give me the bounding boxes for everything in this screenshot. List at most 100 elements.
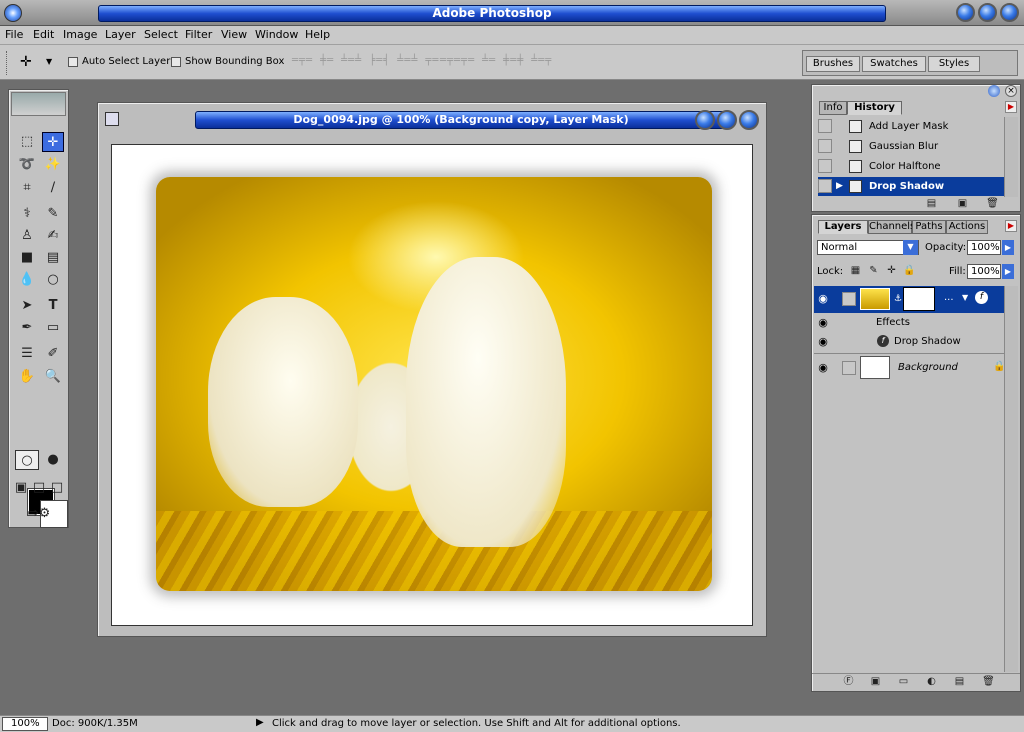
eye-icon[interactable]: ◉	[816, 292, 830, 306]
history-brush-icon[interactable]: ✍	[42, 226, 64, 246]
history-item[interactable]: Gaussian Blur	[818, 137, 1008, 156]
marquee-tool-icon[interactable]: ⬚	[16, 132, 38, 152]
well-tab-styles[interactable]: Styles	[928, 56, 980, 72]
dodge-tool-icon[interactable]: ○	[42, 270, 64, 290]
menu-help[interactable]: Help	[305, 28, 330, 41]
history-snapshot-box[interactable]	[818, 159, 832, 173]
magic-wand-icon[interactable]: ✨	[42, 155, 64, 175]
slice-tool-icon[interactable]: ∕	[42, 178, 64, 198]
crop-tool-icon[interactable]: ⌗	[16, 178, 38, 198]
blend-mode-select[interactable]: Normal ▼	[817, 240, 919, 255]
menu-edit[interactable]: Edit	[33, 28, 54, 41]
type-tool-icon[interactable]: T	[42, 296, 64, 316]
stamp-tool-icon[interactable]: ♙	[16, 226, 38, 246]
lock-transparency-icon[interactable]: ▦	[849, 265, 862, 278]
new-snapshot-icon[interactable]: ▣	[956, 198, 969, 211]
gradient-tool-icon[interactable]: ▤	[42, 248, 64, 268]
blur-tool-icon[interactable]: 💧	[16, 270, 38, 290]
opacity-input[interactable]: 100%	[967, 240, 1001, 255]
document-canvas[interactable]	[111, 144, 753, 626]
adjustment-layer-icon[interactable]: ◐	[925, 676, 938, 689]
screen-mode-full-icon[interactable]: □	[49, 478, 65, 498]
bounding-box-checkbox[interactable]	[171, 57, 181, 67]
menu-select[interactable]: Select	[144, 28, 178, 41]
maximize-button[interactable]	[978, 3, 997, 22]
standard-mode-icon[interactable]: ○	[15, 450, 39, 470]
history-scrollbar[interactable]	[1004, 117, 1018, 197]
eyedropper-icon[interactable]: ✐	[42, 344, 64, 364]
tab-channels[interactable]: Channels	[868, 220, 915, 234]
status-arrow-icon[interactable]: ▶	[256, 717, 264, 728]
history-item[interactable]: Color Halftone	[818, 157, 1008, 176]
layer-link-box[interactable]	[842, 361, 856, 375]
opacity-arrow-icon[interactable]: ▶	[1002, 240, 1014, 255]
history-snapshot-box[interactable]	[818, 119, 832, 133]
lasso-tool-icon[interactable]: ➰	[16, 155, 38, 175]
align-buttons[interactable]: ═╤═ ╪═ ╧═╧ ╞═╡ ╧═╧ ╤═	[292, 55, 439, 69]
well-tab-brushes[interactable]: Brushes	[806, 56, 860, 72]
lock-all-icon[interactable]: 🔒	[903, 265, 916, 278]
chevron-down-icon[interactable]: ▼	[903, 240, 918, 255]
screen-mode-standard-icon[interactable]: ▣	[13, 478, 29, 498]
doc-maximize-button[interactable]	[717, 110, 737, 130]
well-tab-swatches[interactable]: Swatches	[862, 56, 926, 72]
add-mask-icon[interactable]: ▣	[869, 676, 882, 689]
auto-select-checkbox[interactable]	[68, 57, 78, 67]
menu-file[interactable]: File	[5, 28, 23, 41]
new-document-from-state-icon[interactable]: ▤	[925, 198, 938, 211]
tab-actions[interactable]: Actions	[946, 220, 988, 234]
history-snapshot-box[interactable]	[818, 139, 832, 153]
expand-effects-icon[interactable]: ▼	[962, 293, 968, 302]
tab-history[interactable]: History	[847, 101, 902, 115]
add-layer-style-icon[interactable]: Ⓕ	[842, 676, 855, 689]
lock-position-icon[interactable]: ✛	[885, 265, 898, 278]
shape-tool-icon[interactable]: ▭	[42, 318, 64, 338]
notes-tool-icon[interactable]: ☰	[16, 344, 38, 364]
new-layer-icon[interactable]: ▤	[953, 676, 966, 689]
tab-layers[interactable]: Layers	[818, 220, 868, 234]
minimize-button[interactable]	[956, 3, 975, 22]
layer-row-background-copy[interactable]: ◉ ⚓ ... ▼ f	[814, 286, 1007, 313]
new-group-icon[interactable]: ▭	[897, 676, 910, 689]
eye-icon[interactable]: ◉	[816, 335, 830, 349]
path-select-icon[interactable]: ➤	[16, 296, 38, 316]
move-tool-icon[interactable]: ✛	[20, 54, 32, 70]
menu-image[interactable]: Image	[63, 28, 97, 41]
effects-row[interactable]: ◉ Effects	[814, 314, 1007, 332]
distribute-buttons[interactable]: ═╤═╤═ ╧═ ╪═╪ ╧═╤	[440, 55, 552, 69]
healing-brush-icon[interactable]: ⚕	[16, 204, 38, 224]
drop-shadow-effect-row[interactable]: ◉ f Drop Shadow	[814, 333, 1007, 352]
history-snapshot-box[interactable]	[818, 179, 832, 193]
history-item-selected[interactable]: ▶ Drop Shadow	[818, 177, 1008, 196]
toolbox-header[interactable]	[11, 92, 66, 116]
trash-icon[interactable]: 🗑	[982, 676, 995, 689]
menu-view[interactable]: View	[221, 28, 247, 41]
tab-paths[interactable]: Paths	[912, 220, 946, 234]
layer-link-box[interactable]	[842, 292, 856, 306]
fill-input[interactable]: 100%	[967, 264, 1001, 279]
fill-arrow-icon[interactable]: ▶	[1002, 264, 1014, 279]
menu-window[interactable]: Window	[255, 28, 298, 41]
layer-mask-thumbnail[interactable]	[903, 287, 935, 311]
eye-icon[interactable]: ◉	[816, 361, 830, 375]
history-item[interactable]: Add Layer Mask	[818, 117, 1008, 136]
pen-tool-icon[interactable]: ✒	[16, 318, 38, 338]
trash-icon[interactable]: 🗑	[986, 198, 999, 211]
eraser-tool-icon[interactable]: ■	[16, 248, 38, 268]
menu-layer[interactable]: Layer	[105, 28, 136, 41]
hand-tool-icon[interactable]: ✋	[16, 367, 38, 387]
palette-menu-arrow-icon[interactable]: ▶	[1005, 101, 1017, 113]
layers-scrollbar[interactable]	[1004, 286, 1018, 672]
doc-close-button[interactable]	[739, 110, 759, 130]
document-icon[interactable]	[105, 112, 119, 126]
palette-close-icon[interactable]: ×	[1005, 85, 1017, 97]
jump-to-imageready-icon[interactable]: ⇨⚙	[15, 504, 63, 524]
move-tool-icon[interactable]: ✛	[42, 132, 64, 152]
quick-mask-icon[interactable]: ●	[41, 450, 65, 470]
options-grip[interactable]	[6, 51, 9, 75]
close-button[interactable]	[1000, 3, 1019, 22]
lock-pixels-icon[interactable]: ✎	[867, 265, 880, 278]
zoom-tool-icon[interactable]: 🔍	[42, 367, 64, 387]
tab-info[interactable]: Info	[819, 101, 847, 115]
photoshop-app-icon[interactable]	[4, 4, 22, 22]
